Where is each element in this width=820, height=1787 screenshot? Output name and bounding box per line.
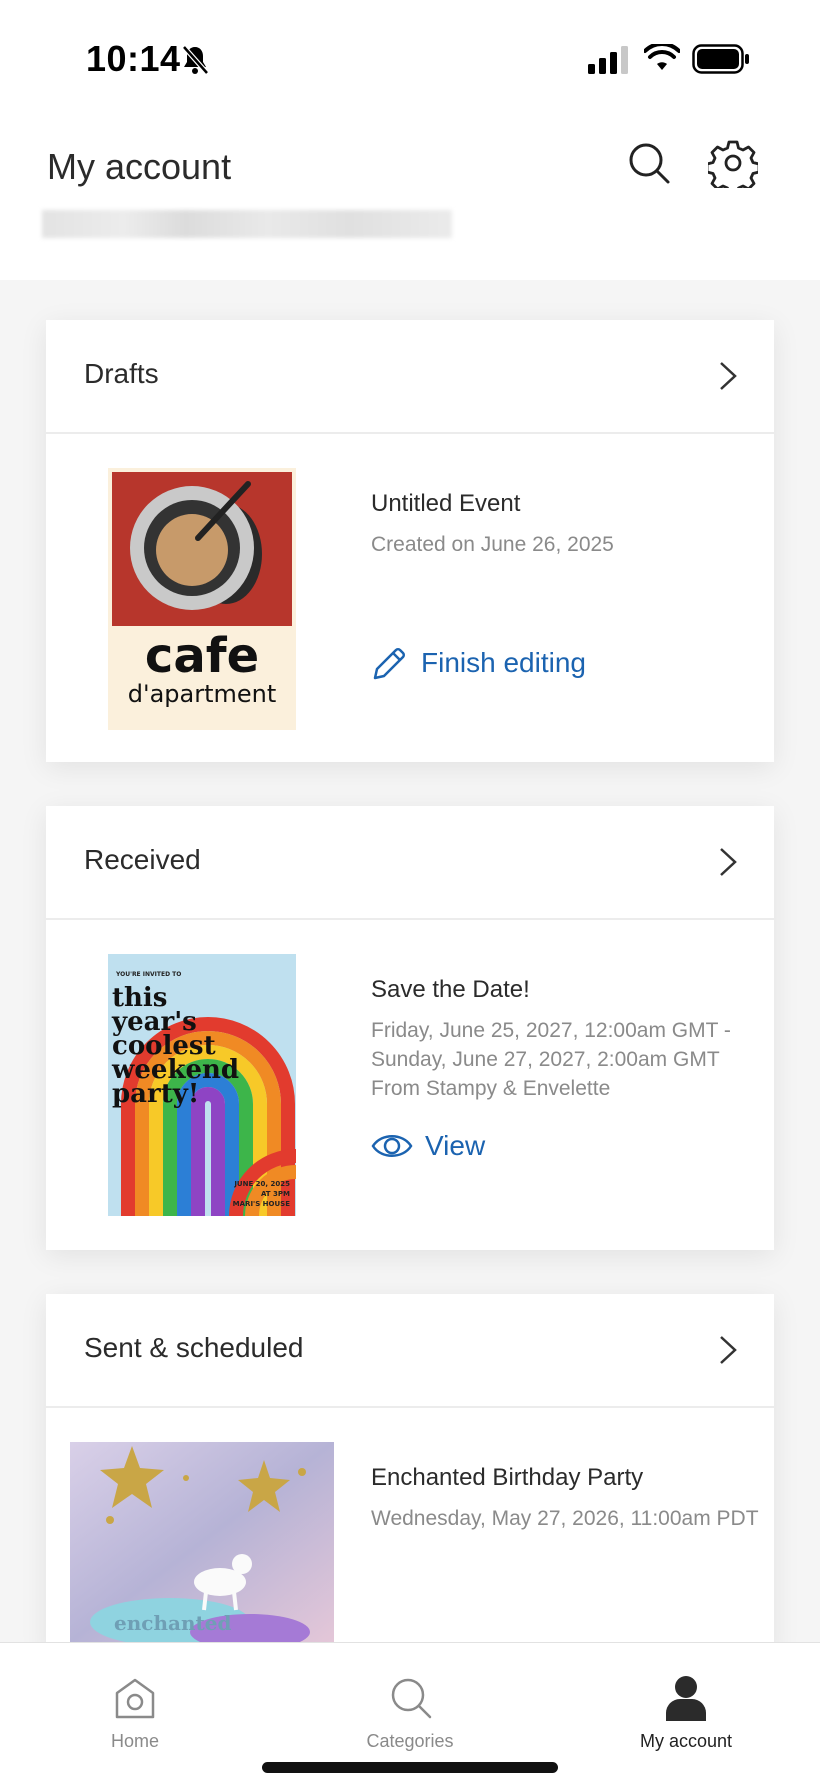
tab-my-account[interactable]: My account [626,1643,746,1763]
wifi-icon [644,44,680,70]
sent-thumbnail: enchanted [70,1442,334,1642]
finish-editing-label: Finish editing [421,647,586,678]
account-email-redacted [42,210,452,238]
sent-scheduled-title: Sent & scheduled [84,1332,304,1363]
page-title: My account [47,146,232,187]
draft-created-date: Created on June 26, 2025 [371,533,614,556]
thumb-time: AT 3PM [261,1190,290,1198]
tab-home[interactable]: Home [84,1643,186,1763]
settings-gear-icon[interactable] [708,138,758,188]
draft-title: Untitled Event [371,490,521,517]
thumb-text-apartment: d'apartment [128,680,277,708]
thumb-date: JUNE 20, 2025 [233,1180,290,1188]
home-indicator [262,1762,558,1773]
thumb-text-cafe: cafe [145,628,259,684]
drafts-title: Drafts [84,358,159,389]
drafts-header[interactable]: Drafts [46,320,774,434]
search-icon [391,1678,432,1719]
battery-icon [692,44,749,74]
chevron-right-icon [720,362,737,390]
thumb-line-5: party! [112,1079,199,1109]
received-title: Received [84,844,201,875]
drafts-card: Drafts cafe d'apartment Untitled Event C… [46,320,774,762]
tab-home-label: Home [110,1731,159,1751]
view-button[interactable]: View [371,1130,485,1162]
view-label: View [425,1130,486,1161]
received-date-line-2: Sunday, June 27, 2027, 2:00am GMT [371,1048,720,1071]
thumb-invite-text: YOU'RE INVITED TO [115,971,181,978]
sent-scheduled-header[interactable]: Sent & scheduled [46,1294,774,1408]
received-card: Received YOU'RE INVITED TO this year's c… [46,806,774,1250]
pencil-icon [373,648,405,680]
received-thumbnail: YOU'RE INVITED TO this year's coolest we… [108,954,296,1216]
account-header [0,120,820,280]
thumb-enchanted-text: enchanted [114,1611,231,1635]
chevron-right-icon [720,848,737,876]
tab-categories[interactable]: Categories [350,1643,470,1763]
finish-editing-button[interactable]: Finish editing [371,644,586,682]
bell-muted-icon [182,45,209,75]
status-bar: 10:14 [0,0,820,120]
search-icon[interactable] [626,140,672,186]
signal-icon [588,46,628,74]
received-item-title: Save the Date! [371,976,530,1003]
home-icon [115,1678,155,1719]
received-sender: From Stampy & Envelette [371,1077,611,1100]
sent-item-title: Enchanted Birthday Party [371,1464,644,1491]
chevron-right-icon [720,1336,737,1364]
thumb-place: MARI'S HOUSE [233,1200,291,1208]
sent-scheduled-card: Sent & scheduled enchanted Enchanted Bir… [46,1294,774,1654]
tab-categories-label: Categories [366,1731,454,1751]
draft-thumbnail: cafe d'apartment [108,468,296,730]
sent-item-date: Wednesday, May 27, 2026, 11:00am PDT [371,1507,759,1530]
received-header[interactable]: Received [46,806,774,920]
status-time: 10:14 [86,38,181,79]
received-date-line-1: Friday, June 25, 2027, 12:00am GMT - [371,1019,731,1042]
eye-icon [371,1135,413,1157]
tab-my-account-label: My account [639,1731,733,1751]
account-icon [666,1676,706,1721]
